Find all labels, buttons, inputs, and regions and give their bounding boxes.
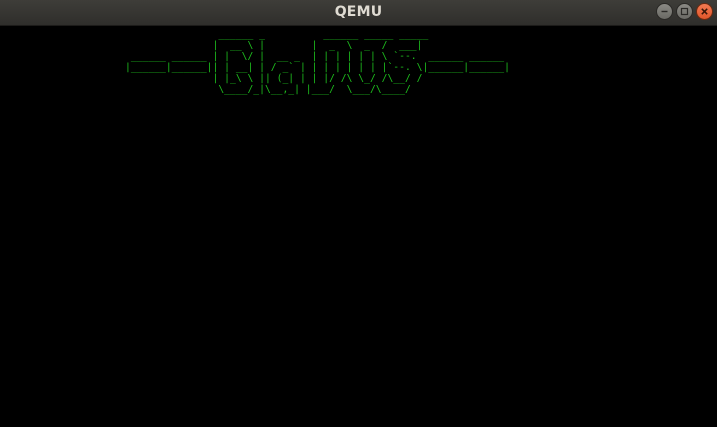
minimize-icon: [661, 10, 668, 13]
os-ascii-banner: ______ _ ______ _____ _____ | __ \ | | _…: [125, 29, 510, 95]
window-controls: [656, 3, 713, 20]
banner-line: ______ _ ______ _____ _____: [125, 29, 429, 40]
banner-line: |______|______|| | __| | / _` | | | | | …: [125, 62, 510, 73]
window-title: QEMU: [334, 4, 383, 20]
vm-screen[interactable]: ______ _ ______ _____ _____ | __ \ | | _…: [0, 27, 717, 427]
close-button[interactable]: [696, 3, 713, 20]
maximize-button[interactable]: [676, 3, 693, 20]
banner-line: \____/_|\__,_| |___/ \___/\____/: [125, 84, 411, 95]
banner-line: ______ ______ | | \/ | __ _ | | | | | | …: [125, 51, 505, 62]
title-bar[interactable]: QEMU: [0, 0, 717, 26]
banner-line: | __ \ | | _ \ _ / ___|: [125, 40, 423, 51]
maximize-icon: [680, 7, 689, 16]
qemu-window: QEMU ______ _ ______ _____ _____ | __ \ …: [0, 0, 717, 427]
minimize-button[interactable]: [656, 3, 673, 20]
banner-line: | |_\ \ || (_| | | |/ /\ \_/ /\__/ /: [125, 73, 423, 84]
close-icon: [701, 8, 708, 15]
